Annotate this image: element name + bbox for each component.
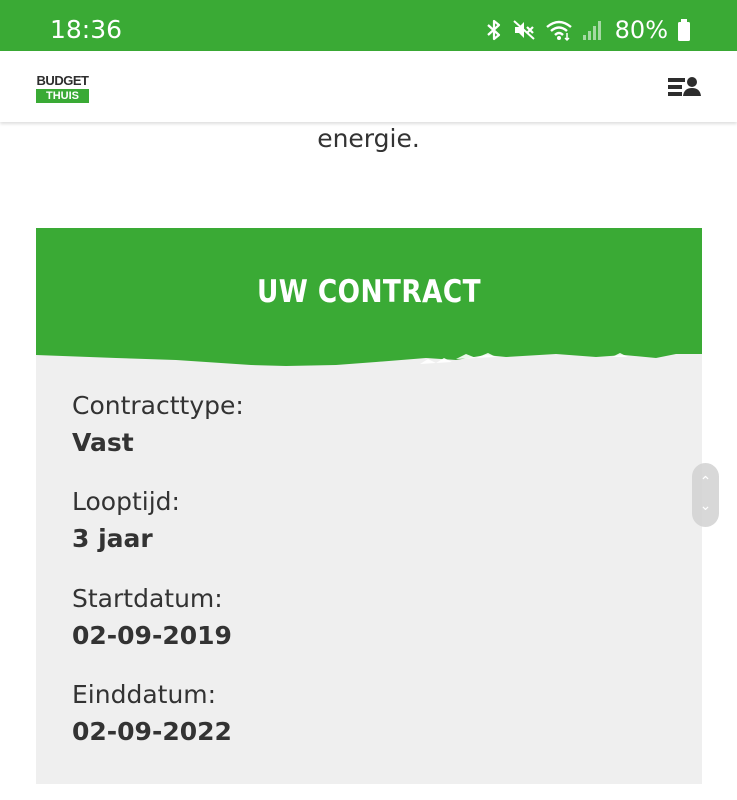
- contract-type-value: Vast: [72, 428, 134, 457]
- start-date-field: Startdatum: 02-09-2019: [72, 581, 232, 655]
- wifi-icon: [545, 18, 573, 42]
- end-date-value: 02-09-2022: [72, 717, 232, 746]
- contract-card: UW CONTRACT Contracttype: Vast Looptijd:…: [36, 228, 702, 784]
- chevron-down-icon: ⌄: [699, 498, 712, 514]
- signal-icon: [582, 18, 604, 42]
- account-menu-icon: [668, 77, 701, 96]
- status-time: 18:36: [50, 15, 123, 44]
- battery-percentage: 80%: [614, 16, 668, 44]
- logo-bottom-text: THUIS: [36, 89, 89, 103]
- mute-icon: [512, 18, 536, 42]
- end-date-label: Einddatum:: [72, 680, 217, 709]
- site-header: BUDGET THUIS: [0, 51, 737, 122]
- logo-top-text: BUDGET: [36, 73, 89, 88]
- bluetooth-icon: [485, 18, 503, 42]
- start-date-value: 02-09-2019: [72, 621, 232, 650]
- contract-card-header: UW CONTRACT: [36, 228, 702, 368]
- end-date-field: Einddatum: 02-09-2022: [72, 677, 232, 751]
- contract-type-label: Contracttype:: [72, 391, 244, 420]
- budget-thuis-logo[interactable]: BUDGET THUIS: [36, 73, 89, 104]
- scroll-handle[interactable]: ⌃ ⌄: [692, 463, 719, 527]
- intro-text: energie.: [317, 124, 420, 153]
- start-date-label: Startdatum:: [72, 584, 223, 613]
- status-icons: 80%: [485, 14, 691, 46]
- account-menu-button[interactable]: [664, 74, 704, 102]
- duration-field: Looptijd: 3 jaar: [72, 484, 180, 558]
- duration-value: 3 jaar: [72, 524, 153, 553]
- chevron-up-icon: ⌃: [699, 474, 712, 490]
- status-bar: 18:36 80%: [0, 0, 737, 51]
- contract-title: UW CONTRACT: [256, 274, 482, 310]
- contract-type-field: Contracttype: Vast: [72, 388, 244, 462]
- duration-label: Looptijd:: [72, 487, 180, 516]
- battery-icon: [677, 18, 691, 42]
